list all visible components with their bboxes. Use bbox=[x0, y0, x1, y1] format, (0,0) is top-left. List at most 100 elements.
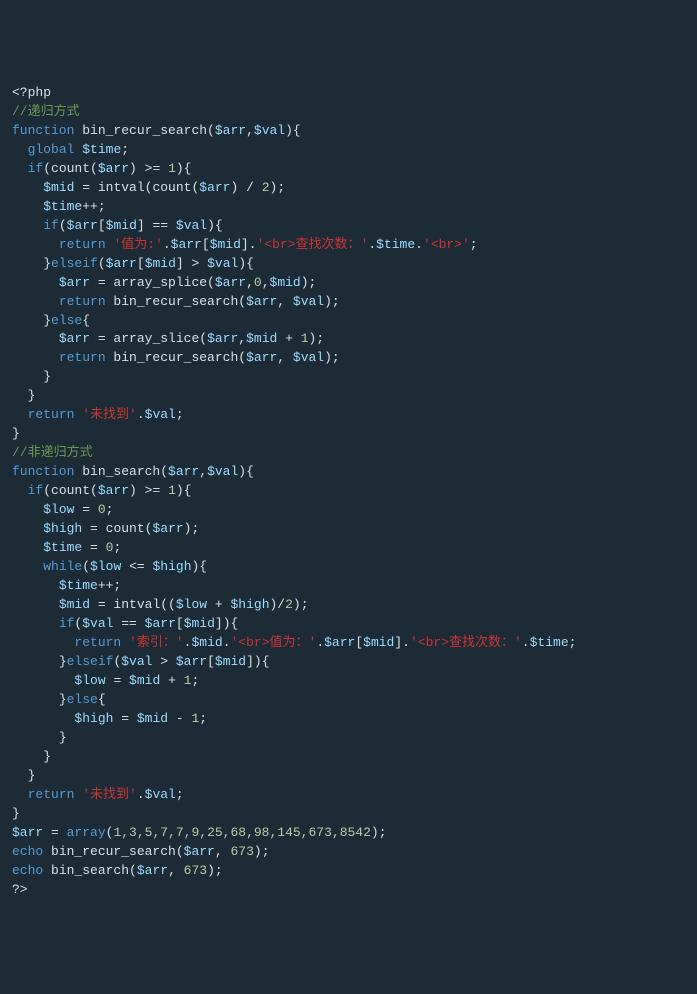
code-var: $val bbox=[145, 787, 176, 802]
code-text: ]. bbox=[241, 237, 257, 252]
code-text: ) >= bbox=[129, 483, 168, 498]
code-text: = bbox=[113, 711, 136, 726]
code-var: $val bbox=[145, 407, 176, 422]
code-comment: //非递归方式 bbox=[12, 445, 93, 460]
code-text: ; bbox=[113, 540, 121, 555]
code-text: ); bbox=[371, 825, 387, 840]
code-text: ( bbox=[98, 256, 106, 271]
code-text: ); bbox=[324, 294, 340, 309]
code-text: == bbox=[113, 616, 144, 631]
code-str: '<br>值为：' bbox=[231, 635, 317, 650]
code-var: $mid bbox=[59, 597, 90, 612]
code-num: 1,3,5,7,7,9,25,68,98,145,673,8542 bbox=[113, 825, 370, 840]
code-var: $mid bbox=[145, 256, 176, 271]
code-var: $val bbox=[176, 218, 207, 233]
code-num: 0 bbox=[254, 275, 262, 290]
code-text: ) / bbox=[230, 180, 261, 195]
code-num: 673 bbox=[230, 844, 253, 859]
code-text: = bbox=[74, 502, 97, 517]
code-text: , bbox=[246, 275, 254, 290]
code-text: , bbox=[238, 331, 246, 346]
code-text: bin_search( bbox=[43, 863, 137, 878]
code-var: $arr bbox=[246, 294, 277, 309]
code-comment: //递归方式 bbox=[12, 104, 80, 119]
code-var: $time bbox=[59, 578, 98, 593]
code-text: ; bbox=[176, 407, 184, 422]
code-text: . bbox=[137, 787, 145, 802]
code-text: ++; bbox=[82, 199, 105, 214]
code-var: $arr bbox=[106, 256, 137, 271]
code-text: = array_splice( bbox=[90, 275, 215, 290]
code-text: ( bbox=[82, 559, 90, 574]
code-kw: global bbox=[28, 142, 75, 157]
code-text: ){ bbox=[285, 123, 301, 138]
code-text: ; bbox=[121, 142, 129, 157]
code-text: ){ bbox=[207, 218, 223, 233]
code-str: '索引：' bbox=[129, 635, 184, 650]
code-text: } bbox=[59, 730, 67, 745]
code-text: bin_recur_search( bbox=[43, 844, 183, 859]
code-kw: if bbox=[28, 483, 44, 498]
code-var: $arr bbox=[199, 180, 230, 195]
code-text: <= bbox=[121, 559, 152, 574]
code-var: $arr bbox=[59, 331, 90, 346]
code-text: ){ bbox=[192, 559, 208, 574]
code-var: $time bbox=[530, 635, 569, 650]
code-var: $mid bbox=[270, 275, 301, 290]
code-kw: if bbox=[43, 218, 59, 233]
code-var: $low bbox=[43, 502, 74, 517]
code-text: , bbox=[215, 844, 231, 859]
code-var: $high bbox=[74, 711, 113, 726]
code-var: $arr bbox=[215, 123, 246, 138]
code-kw: if bbox=[59, 616, 75, 631]
code-text: > bbox=[152, 654, 175, 669]
code-num: 0 bbox=[98, 502, 106, 517]
code-kw: elseif bbox=[51, 256, 98, 271]
code-text: (count( bbox=[43, 483, 98, 498]
code-text: , bbox=[277, 350, 293, 365]
code-var: $mid bbox=[363, 635, 394, 650]
code-var: $arr bbox=[215, 275, 246, 290]
code-text: - bbox=[168, 711, 191, 726]
code-text: { bbox=[98, 692, 106, 707]
code-var: $val bbox=[254, 123, 285, 138]
code-var: $low bbox=[74, 673, 105, 688]
code-text: bin_recur_search( bbox=[106, 294, 246, 309]
code-text: ); bbox=[254, 844, 270, 859]
code-var: $mid bbox=[129, 673, 160, 688]
code-text: [ bbox=[355, 635, 363, 650]
code-text: ( bbox=[59, 218, 67, 233]
code-var: $mid bbox=[215, 654, 246, 669]
code-var: $arr bbox=[152, 521, 183, 536]
code-var: $mid bbox=[43, 180, 74, 195]
code-text: , bbox=[262, 275, 270, 290]
code-kw: return bbox=[59, 237, 106, 252]
code-text: = bbox=[82, 540, 105, 555]
code-var: $time bbox=[43, 540, 82, 555]
code-text: } bbox=[12, 426, 20, 441]
code-kw: echo bbox=[12, 844, 43, 859]
code-kw: array bbox=[67, 825, 106, 840]
code-text: = count( bbox=[82, 521, 152, 536]
code-num: 1 bbox=[168, 483, 176, 498]
code-str: '<br>查找次数：' bbox=[257, 237, 369, 252]
code-text: } bbox=[59, 692, 67, 707]
code-text: , bbox=[168, 863, 184, 878]
code-str: '未找到' bbox=[82, 407, 137, 422]
code-var: $low bbox=[176, 597, 207, 612]
code-num: 1 bbox=[301, 331, 309, 346]
code-text: = intval(count( bbox=[74, 180, 199, 195]
code-kw: elseif bbox=[67, 654, 114, 669]
code-line: ?> bbox=[12, 882, 28, 897]
code-var: $time bbox=[82, 142, 121, 157]
code-text: ; bbox=[176, 787, 184, 802]
code-num: 673 bbox=[184, 863, 207, 878]
code-kw: return bbox=[74, 635, 121, 650]
code-text: ){ bbox=[238, 256, 254, 271]
code-var: $mid bbox=[210, 237, 241, 252]
code-text: (count( bbox=[43, 161, 98, 176]
code-text: , bbox=[246, 123, 254, 138]
code-var: $arr bbox=[246, 350, 277, 365]
code-var: $arr bbox=[145, 616, 176, 631]
code-text: ; bbox=[569, 635, 577, 650]
